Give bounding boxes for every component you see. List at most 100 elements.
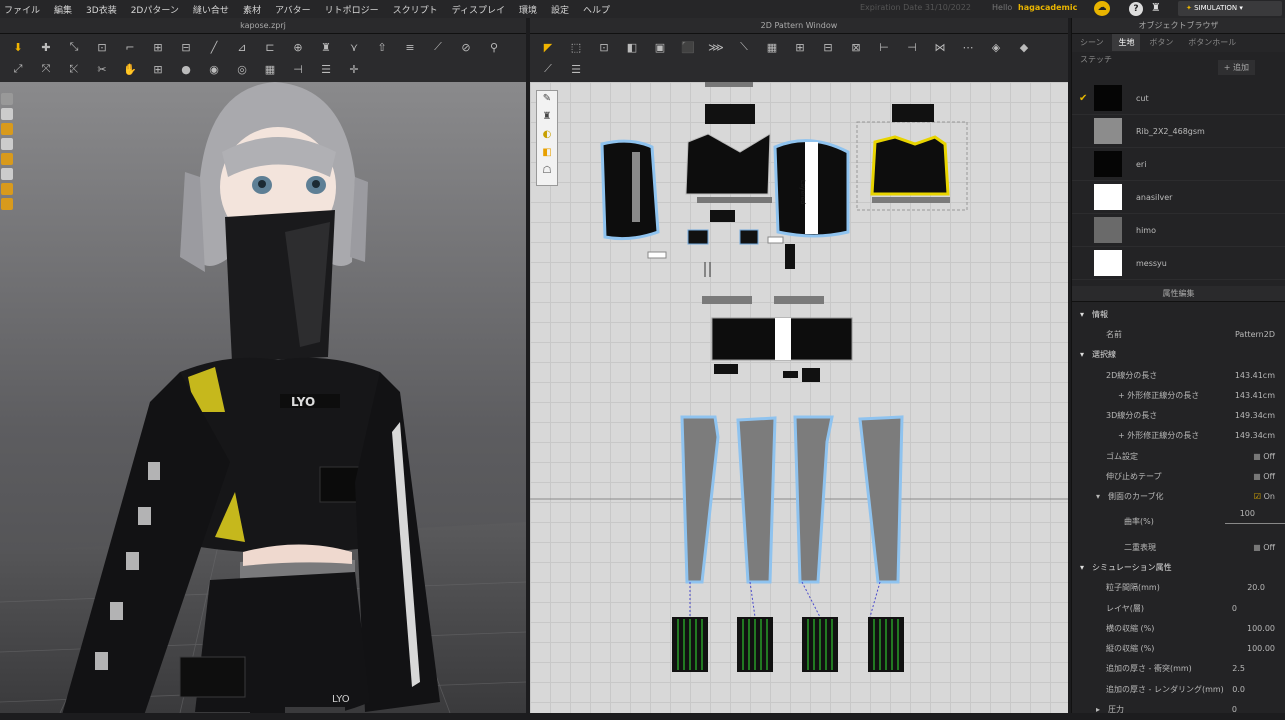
len3d-value[interactable]: 149.34cm [1235,411,1275,420]
transform-pattern-icon[interactable]: ◤ [538,37,558,57]
fabric-item[interactable]: ✔ cut [1072,82,1285,115]
cut-icon[interactable]: ✂ [92,59,112,79]
pattern-canvas[interactable]: ✎ ♜ ◐ ◧ ☖ Layered [530,82,1068,713]
len2d-fix-value[interactable]: 143.41cm [1235,391,1275,400]
menu-avatar[interactable]: アバター [275,3,311,16]
ruler-icon[interactable]: ⊘ [456,37,476,57]
measure-2d-icon[interactable]: ⟋ [538,59,558,79]
grading-icon[interactable]: ▦ [762,37,782,57]
view-sphere-icon[interactable] [1,198,13,210]
fabric-item[interactable]: himo [1072,214,1285,247]
fold-arrangement-icon[interactable]: ⊠ [846,37,866,57]
draw-line-icon[interactable]: ╱ [204,37,224,57]
tape-icon[interactable]: ⊏ [260,37,280,57]
thick-ren-value[interactable]: 0.0 [1232,685,1245,694]
name-value[interactable]: Pattern2D [1235,330,1275,339]
menu-2d-pattern[interactable]: 2Dパターン [131,3,179,16]
simulation-mode-button[interactable]: ✦ SIMULATION ▾ [1178,1,1282,16]
move-tool-icon[interactable]: ⬇ [8,37,28,57]
graphic-icon[interactable]: ◆ [1014,37,1034,57]
hand-icon[interactable]: ✋ [120,59,140,79]
arrow-up-icon[interactable]: ⇧ [372,37,392,57]
fold-toggle[interactable]: ■ Off [1253,543,1275,552]
avatar-walk-icon[interactable]: ⚲ [484,37,504,57]
particle-value[interactable]: 20.0 [1247,583,1265,592]
rubber-toggle[interactable]: ■ Off [1253,452,1275,461]
3d-viewport[interactable]: LYO LYO [0,82,526,713]
edit-sewing-icon[interactable]: ⋈ [930,37,950,57]
curvature-slider[interactable] [1225,522,1285,524]
pattern-grid-icon[interactable]: ⊞ [148,59,168,79]
fabric-item[interactable]: eri [1072,148,1285,181]
menu-environment[interactable]: 環境 [519,3,537,16]
button-icon[interactable]: ● [176,59,196,79]
view-gear-icon[interactable] [1,123,13,135]
edit-curve-icon[interactable]: ⊿ [232,37,252,57]
point-tool-icon[interactable]: ◎ [232,59,252,79]
menu-display[interactable]: ディスプレイ [452,3,505,16]
shrink-h-value[interactable]: 100.00 [1247,624,1275,633]
view-avatar-icon[interactable] [1,138,13,150]
fold-icon[interactable]: ⌐ [120,37,140,57]
pleat-icon[interactable]: ⤧ [36,59,56,79]
shirt-tool-icon[interactable]: ♜ [316,37,336,57]
shrink-icon[interactable]: ⋎ [344,37,364,57]
edit-pattern-icon[interactable]: ⬚ [566,37,586,57]
point-edit-icon[interactable]: ⊡ [594,37,614,57]
view-brush-icon[interactable] [1,168,13,180]
rectangle-icon[interactable]: ▣ [650,37,670,57]
internal-line-icon[interactable]: ⟍ [734,37,754,57]
len2d-value[interactable]: 143.41cm [1235,371,1275,380]
view-fold-icon[interactable] [1,153,13,165]
tab-scene[interactable]: シーン [1074,34,1110,51]
tab-button[interactable]: ボタン [1143,34,1179,51]
seam-allowance-icon[interactable]: ⊟ [818,37,838,57]
dart-icon[interactable]: ⋙ [706,37,726,57]
grid-icon[interactable]: ⊞ [790,37,810,57]
stack-icon[interactable]: ≡ [400,37,420,57]
curve-toggle[interactable]: ☑ On [1254,492,1275,501]
menu-settings[interactable]: 設定 [551,3,569,16]
add-fabric-button[interactable]: + 追加 [1217,60,1255,75]
transform-icon[interactable]: ⊡ [92,37,112,57]
measure-icon[interactable]: ⟋ [428,37,448,57]
tape-toggle[interactable]: ■ Off [1253,472,1275,481]
tab-buttonhole[interactable]: ボタンホール [1182,34,1242,51]
menu-sewing[interactable]: 縫い合せ [193,3,229,16]
menu-help[interactable]: ヘルプ [583,3,610,16]
fabric-item[interactable]: Rib_2X2_468gsm [1072,115,1285,148]
shirt-icon[interactable]: ♜ [1151,1,1161,14]
fabric-item[interactable]: anasilver [1072,181,1285,214]
thick-col-value[interactable]: 2.5 [1232,664,1245,673]
zip-icon[interactable]: ☰ [316,59,336,79]
fabric-item[interactable]: messyu [1072,247,1285,280]
free-sewing-icon[interactable]: ⊣ [902,37,922,57]
circle-tool-icon[interactable]: ◉ [204,59,224,79]
len3d-fix-value[interactable]: 149.34cm [1235,431,1275,440]
view-shirt-icon[interactable] [1,108,13,120]
avatar-pose-icon[interactable]: ⊕ [288,37,308,57]
shrink-v-value[interactable]: 100.00 [1247,644,1275,653]
crosshair-icon[interactable]: ✛ [344,59,364,79]
menu-script[interactable]: スクリプト [393,3,438,16]
add-point-icon[interactable]: ✚ [36,37,56,57]
menu-materials[interactable]: 素材 [243,3,261,16]
menu-3d-garment[interactable]: 3D衣装 [86,3,117,16]
layer-value[interactable]: 0 [1232,604,1237,613]
menu-edit[interactable]: 編集 [54,3,72,16]
fold-arrow-icon[interactable]: ⤢ [8,59,28,79]
menu-retopology[interactable]: リトポロジー [325,3,379,16]
curvature-value[interactable]: 100 [1240,509,1255,518]
segment-icon[interactable]: ⊟ [176,37,196,57]
view-body-icon[interactable] [1,183,13,195]
ellipse-icon[interactable]: ⬛ [678,37,698,57]
annotation-icon[interactable]: ☰ [566,59,586,79]
pin-icon[interactable]: ⤡ [64,37,84,57]
texture-icon[interactable]: ▦ [260,59,280,79]
menu-file[interactable]: ファイル [4,3,40,16]
sew-icon[interactable]: ⤪ [64,59,84,79]
help-icon[interactable]: ? [1129,2,1143,16]
texture-edit-icon[interactable]: ◈ [986,37,1006,57]
line-tool-icon[interactable]: ⊣ [288,59,308,79]
view-globe-icon[interactable] [1,93,13,105]
